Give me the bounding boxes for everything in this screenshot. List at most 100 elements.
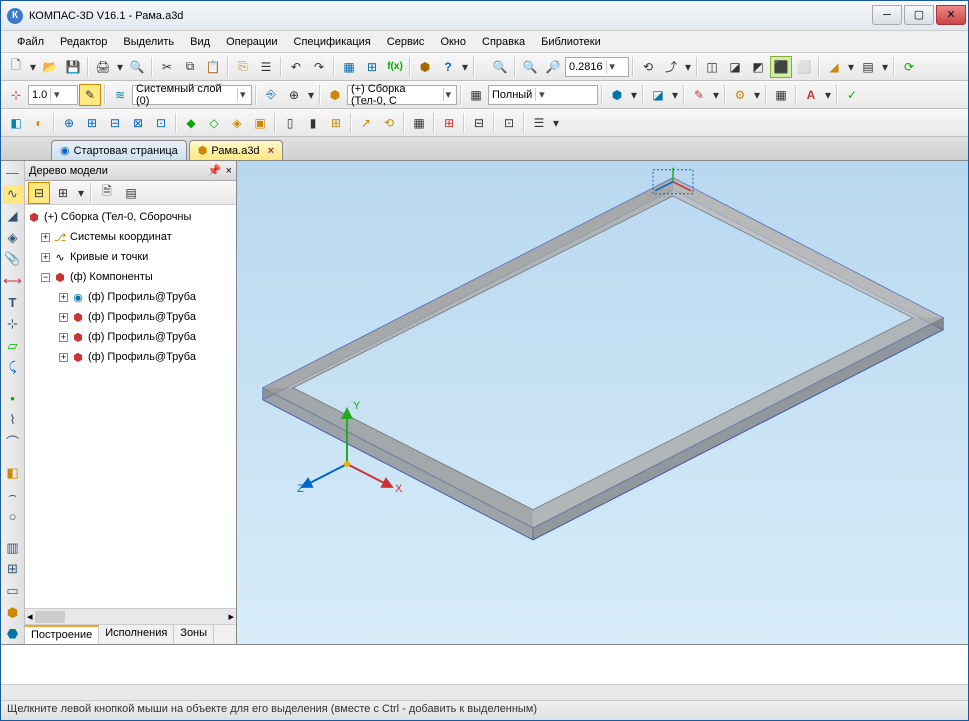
tree-button[interactable]: ⊟ [468,112,490,134]
tree-dropdown[interactable]: ▾ [76,182,86,204]
mate1-button[interactable]: ◆ [180,112,202,134]
lv-clip[interactable]: 📎 [3,249,23,269]
add-button[interactable]: ⊕ [58,112,80,134]
lv-fillet[interactable]: ⌢ [3,485,23,505]
point-button[interactable]: ⊕ [283,84,305,106]
vars-button[interactable]: ⊞ [361,56,383,78]
snap-button[interactable]: ⊹ [5,84,27,106]
menu-help[interactable]: Справка [474,33,533,51]
edit-dropdown[interactable]: ▾ [711,84,721,106]
align1-button[interactable]: ▯ [279,112,301,134]
lv-extrude[interactable]: ◧ [3,463,23,483]
lv-spline[interactable]: ⤹ [3,357,23,377]
shaded-button[interactable]: ⬛ [770,56,792,78]
maximize-button[interactable]: ▢ [904,5,934,25]
tree-tab-exec[interactable]: Исполнения [99,625,174,644]
menu-libs[interactable]: Библиотеки [533,33,609,51]
redo-button[interactable]: ↷ [308,56,330,78]
expand-icon[interactable]: + [59,293,68,302]
open-button[interactable]: 📂 [39,56,61,78]
lv-arc[interactable]: ⌒ [3,432,23,452]
paste-button[interactable]: 📋 [202,56,224,78]
lineweight-combo[interactable]: 1.0 ▾ [28,85,78,105]
undo-button[interactable]: ↶ [285,56,307,78]
menu-service[interactable]: Сервис [379,33,433,51]
tree-node[interactable]: + ⬢ (ф) Профиль@Труба [27,307,234,327]
move-button[interactable]: ↗ [355,112,377,134]
tree-node[interactable]: + ⎇ Системы координат [27,227,234,247]
edit-button[interactable]: ✎ [688,84,710,106]
tree-tab-zones[interactable]: Зоны [174,625,214,644]
tree-node[interactable]: + ∿ Кривые и точки [27,247,234,267]
text-button[interactable]: A [800,84,822,106]
lv-array[interactable]: ⊞ [3,560,23,580]
hidden-button[interactable]: ◪ [724,56,746,78]
list-button[interactable]: ☰ [528,112,550,134]
menu-select[interactable]: Выделить [115,33,182,51]
minimize-button[interactable]: ─ [872,5,902,25]
explode-button[interactable]: ⊡ [498,112,520,134]
align2-button[interactable]: ▮ [302,112,324,134]
tree-props-button[interactable]: ▤ [120,182,142,204]
spec-button[interactable]: ▦ [338,56,360,78]
wireframe-button[interactable]: ◫ [701,56,723,78]
cut-button[interactable]: ✂ [156,56,178,78]
lv-hole[interactable]: ○ [3,507,23,527]
tab-close-icon[interactable]: × [268,145,274,157]
assembly-combo[interactable]: (+) Сборка (Тел-0, С ▾ [347,85,457,105]
mate3-button[interactable]: ◈ [226,112,248,134]
orient-dropdown[interactable]: ▾ [683,56,693,78]
grid-button[interactable]: ▦ [408,112,430,134]
3d-viewport[interactable]: Y X Z [237,161,968,644]
lv-shell[interactable]: ◈ [3,228,23,248]
array-button[interactable]: ⊞ [325,112,347,134]
expand-icon[interactable]: + [59,353,68,362]
tree-scrollbar[interactable]: ◂▸ [25,608,236,624]
pattern-button[interactable]: ⊞ [438,112,460,134]
orient-button[interactable]: ⤴ [660,56,682,78]
lv-helix[interactable]: ⌇ [3,410,23,430]
new-dropdown[interactable]: ▾ [28,56,38,78]
display-icon[interactable]: ▦ [465,84,487,106]
menu-window[interactable]: Окно [432,33,474,51]
part-dropdown[interactable]: ▾ [670,84,680,106]
layer-combo[interactable]: Системный слой (0) ▾ [132,85,252,105]
rebuild-button[interactable]: ⟳ [898,56,920,78]
cs-dropdown[interactable]: ▾ [306,84,316,106]
cs-button[interactable]: ⎆ [260,84,282,106]
layers-button[interactable]: ≋ [109,84,131,106]
menu-operations[interactable]: Операции [218,33,285,51]
add3-button[interactable]: ⊟ [104,112,126,134]
model-tree[interactable]: ⬢ (+) Сборка (Тел-0, Сборочны + ⎇ Систем… [25,205,236,608]
lv-point[interactable]: • [3,389,23,409]
tree-root[interactable]: ⬢ (+) Сборка (Тел-0, Сборочны [27,207,234,227]
perspective-button[interactable]: ◢ [823,56,845,78]
tree-tab-build[interactable]: Построение [25,625,99,644]
expand-icon[interactable]: + [41,233,50,242]
body-button[interactable]: ⬢ [606,84,628,106]
copy-props-button[interactable]: ⎘ [232,56,254,78]
section-button[interactable]: ▤ [857,56,879,78]
expand-icon[interactable]: + [41,253,50,262]
menu-spec[interactable]: Спецификация [286,33,379,51]
add2-button[interactable]: ⊞ [81,112,103,134]
mate4-button[interactable]: ▣ [249,112,271,134]
tab-rama[interactable]: ⬢ Рама.a3d × [189,140,283,160]
assembly-icon[interactable]: ⬢ [324,84,346,106]
lv-assem[interactable]: ⬣ [3,624,23,644]
help-dropdown[interactable]: ▾ [460,56,470,78]
expand-icon[interactable]: + [59,333,68,342]
tree-doc-button[interactable]: 🗎 [96,182,118,204]
lv-dim[interactable]: ⟷ [3,271,23,291]
lv-text[interactable]: T [3,293,23,313]
zoom-in-button[interactable]: 🔍 [519,56,541,78]
extrude-button[interactable]: ◧ [5,112,27,134]
rotate-button[interactable]: ⟲ [637,56,659,78]
section-dropdown[interactable]: ▾ [880,56,890,78]
tree-filter-button[interactable]: ⊞ [52,182,74,204]
style-button[interactable]: ✎ [79,84,101,106]
tree-close-icon[interactable]: × [226,165,232,177]
rotate-part-button[interactable]: ⟲ [378,112,400,134]
add5-button[interactable]: ⊡ [150,112,172,134]
part-button[interactable]: ◪ [647,84,669,106]
